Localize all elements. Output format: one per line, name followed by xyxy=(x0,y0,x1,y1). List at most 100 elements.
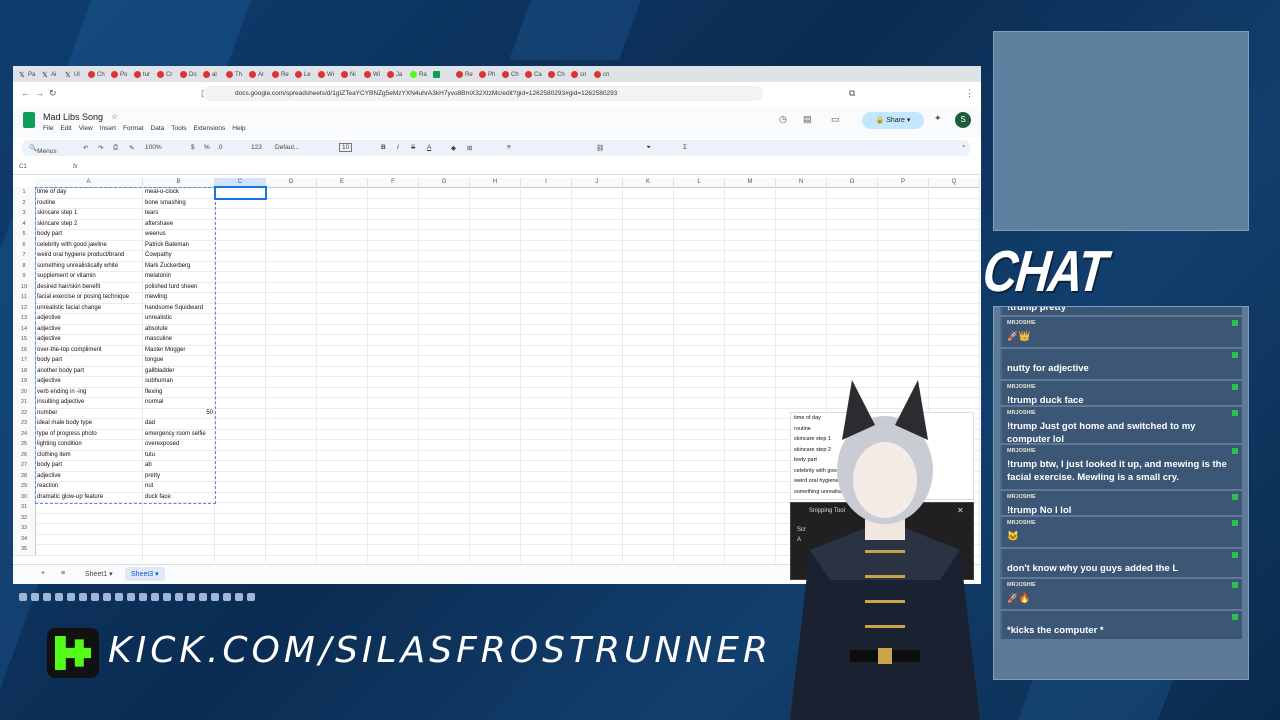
column-header[interactable]: F xyxy=(368,178,419,188)
menu-item[interactable]: File xyxy=(43,125,53,132)
decimal-button[interactable]: .0 xyxy=(217,144,222,151)
menu-item[interactable]: View xyxy=(79,125,93,132)
active-cell[interactable] xyxy=(214,186,267,200)
strikethrough-icon[interactable]: S xyxy=(411,144,415,151)
align-icon[interactable]: ≡ xyxy=(507,144,511,151)
taskbar-app-icon[interactable] xyxy=(115,593,123,601)
taskbar-app-icon[interactable] xyxy=(31,593,39,601)
filter-icon[interactable]: ⏷ xyxy=(646,144,651,152)
taskbar-app-icon[interactable] xyxy=(67,593,75,601)
borders-icon[interactable]: ⊞ xyxy=(467,144,472,152)
functions-icon[interactable]: Σ xyxy=(683,144,687,151)
currency-icon[interactable]: $ xyxy=(191,144,195,151)
browser-tab[interactable]: Ar xyxy=(249,68,264,81)
column-header[interactable]: E xyxy=(317,178,368,188)
browser-tab[interactable]: Wi xyxy=(318,68,334,81)
extensions-icon[interactable]: ⧉ xyxy=(849,89,855,98)
browser-tab[interactable]: Ra xyxy=(410,68,427,81)
browser-tab[interactable]: al xyxy=(203,68,217,81)
taskbar-app-icon[interactable] xyxy=(151,593,159,601)
column-header[interactable]: G xyxy=(419,178,470,188)
browser-tab[interactable]: Wi xyxy=(364,68,380,81)
sheet-tab-sheet3[interactable]: Sheet3 ▾ xyxy=(125,567,165,581)
taskbar-app-icon[interactable] xyxy=(235,593,243,601)
column-header[interactable]: Q xyxy=(929,178,980,188)
reload-icon[interactable]: ↻ xyxy=(49,89,57,98)
fill-color-icon[interactable]: ◆ xyxy=(451,144,456,152)
column-header[interactable]: I xyxy=(521,178,572,188)
taskbar-app-icon[interactable] xyxy=(43,593,51,601)
cell-answer[interactable] xyxy=(145,544,213,555)
browser-tab[interactable]: Ph xyxy=(479,68,495,81)
browser-tab[interactable]: cn xyxy=(594,68,609,81)
taskbar-app-icon[interactable] xyxy=(187,593,195,601)
text-color-icon[interactable]: A xyxy=(427,144,431,151)
search-menus[interactable]: 🔍 Menus xyxy=(29,144,57,155)
share-button[interactable]: 🔒 Share ▾ xyxy=(862,112,924,129)
gemini-icon[interactable]: ✦ xyxy=(934,114,942,123)
cell-answer[interactable] xyxy=(145,513,213,524)
browser-tab[interactable]: Do xyxy=(180,68,197,81)
menu-item[interactable]: Tools xyxy=(171,125,186,132)
browser-tab[interactable]: 𝕏 Pa xyxy=(19,68,35,81)
browser-tab[interactable]: 𝕏 Ai xyxy=(42,68,56,81)
cell-prompt[interactable] xyxy=(37,534,141,545)
browser-tab[interactable]: Cr xyxy=(157,68,172,81)
taskbar-app-icon[interactable] xyxy=(79,593,87,601)
column-header[interactable]: L xyxy=(674,178,725,188)
cell-prompt[interactable] xyxy=(37,544,141,555)
row-header[interactable]: 35 xyxy=(13,544,36,556)
print-icon[interactable]: ⎙ xyxy=(113,144,118,152)
font-select[interactable]: Defaul... xyxy=(275,144,299,151)
sheets-logo-icon[interactable] xyxy=(23,112,35,128)
taskbar-app-icon[interactable] xyxy=(139,593,147,601)
cell-prompt[interactable] xyxy=(37,523,141,534)
link-icon[interactable]: ⛓ xyxy=(596,144,604,152)
column-header[interactable]: O xyxy=(827,178,878,188)
taskbar-app-icon[interactable] xyxy=(175,593,183,601)
menu-item[interactable]: Data xyxy=(151,125,165,132)
browser-tab[interactable]: Ni xyxy=(341,68,356,81)
taskbar-app-icon[interactable] xyxy=(19,593,27,601)
percent-button[interactable]: % xyxy=(204,144,210,151)
taskbar-app-icon[interactable] xyxy=(211,593,219,601)
paint-format-icon[interactable]: ✎ xyxy=(129,144,134,152)
browser-tab[interactable]: Ca xyxy=(525,68,542,81)
browser-tab[interactable]: Ch xyxy=(548,68,565,81)
bold-icon[interactable]: B xyxy=(381,144,386,151)
cell-answer[interactable] xyxy=(145,523,213,534)
browser-tab[interactable]: Ch xyxy=(502,68,519,81)
column-header[interactable]: N xyxy=(776,178,827,188)
browser-tab[interactable]: Ja xyxy=(387,68,402,81)
menu-item[interactable]: Insert xyxy=(100,125,116,132)
all-sheets-icon[interactable]: ≡ xyxy=(61,570,65,577)
sheet-tab-sheet1[interactable]: Sheet1 ▾ xyxy=(85,570,113,578)
back-icon[interactable]: ← xyxy=(21,89,30,98)
taskbar-app-icon[interactable] xyxy=(103,593,111,601)
browser-tab[interactable]: Re xyxy=(456,68,473,81)
url-field[interactable]: docs.google.com/spreadsheets/d/1gIZTeaYC… xyxy=(203,86,763,101)
zoom-select[interactable]: 100% xyxy=(145,144,162,151)
browser-tab[interactable]: Th xyxy=(226,68,242,81)
document-title[interactable]: Mad Libs Song xyxy=(43,112,103,122)
browser-tab[interactable]: cn xyxy=(571,68,586,81)
taskbar-app-icon[interactable] xyxy=(55,593,63,601)
column-header[interactable]: P xyxy=(878,178,929,188)
comments-icon[interactable]: ▤ xyxy=(803,115,812,124)
cell-prompt[interactable] xyxy=(37,513,141,524)
menu-item[interactable]: Format xyxy=(123,125,144,132)
taskbar-app-icon[interactable] xyxy=(127,593,135,601)
more-formats-button[interactable]: 123 xyxy=(251,144,262,151)
column-header[interactable]: D xyxy=(266,178,317,188)
browser-tab[interactable] xyxy=(433,68,442,81)
cell-answer[interactable] xyxy=(145,534,213,545)
taskbar-app-icon[interactable] xyxy=(223,593,231,601)
avatar[interactable]: S xyxy=(955,112,971,128)
taskbar-app-icon[interactable] xyxy=(91,593,99,601)
meet-icon[interactable]: ▭ xyxy=(831,115,840,124)
browser-tab[interactable]: Le xyxy=(295,68,311,81)
browser-tab[interactable]: tur xyxy=(134,68,150,81)
browser-tab[interactable]: Re xyxy=(272,68,289,81)
taskbar-app-icon[interactable] xyxy=(247,593,255,601)
undo-icon[interactable]: ↶ xyxy=(83,144,88,152)
